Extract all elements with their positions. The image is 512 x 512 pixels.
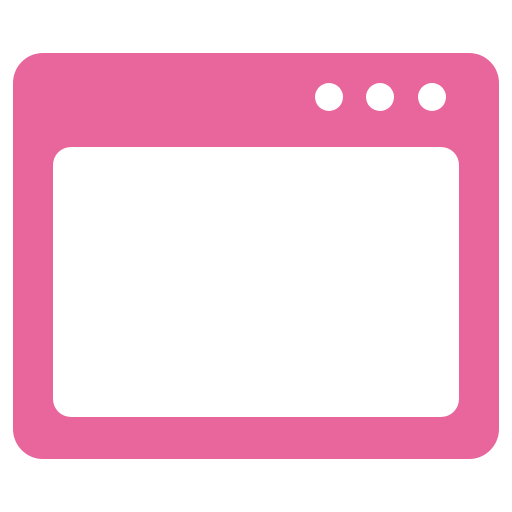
icon-canvas <box>0 0 512 512</box>
window-control-dot-3 <box>418 83 446 111</box>
window-control-dot-1 <box>315 83 343 111</box>
window-content-pane <box>53 147 459 417</box>
window-control-dot-2 <box>366 83 394 111</box>
